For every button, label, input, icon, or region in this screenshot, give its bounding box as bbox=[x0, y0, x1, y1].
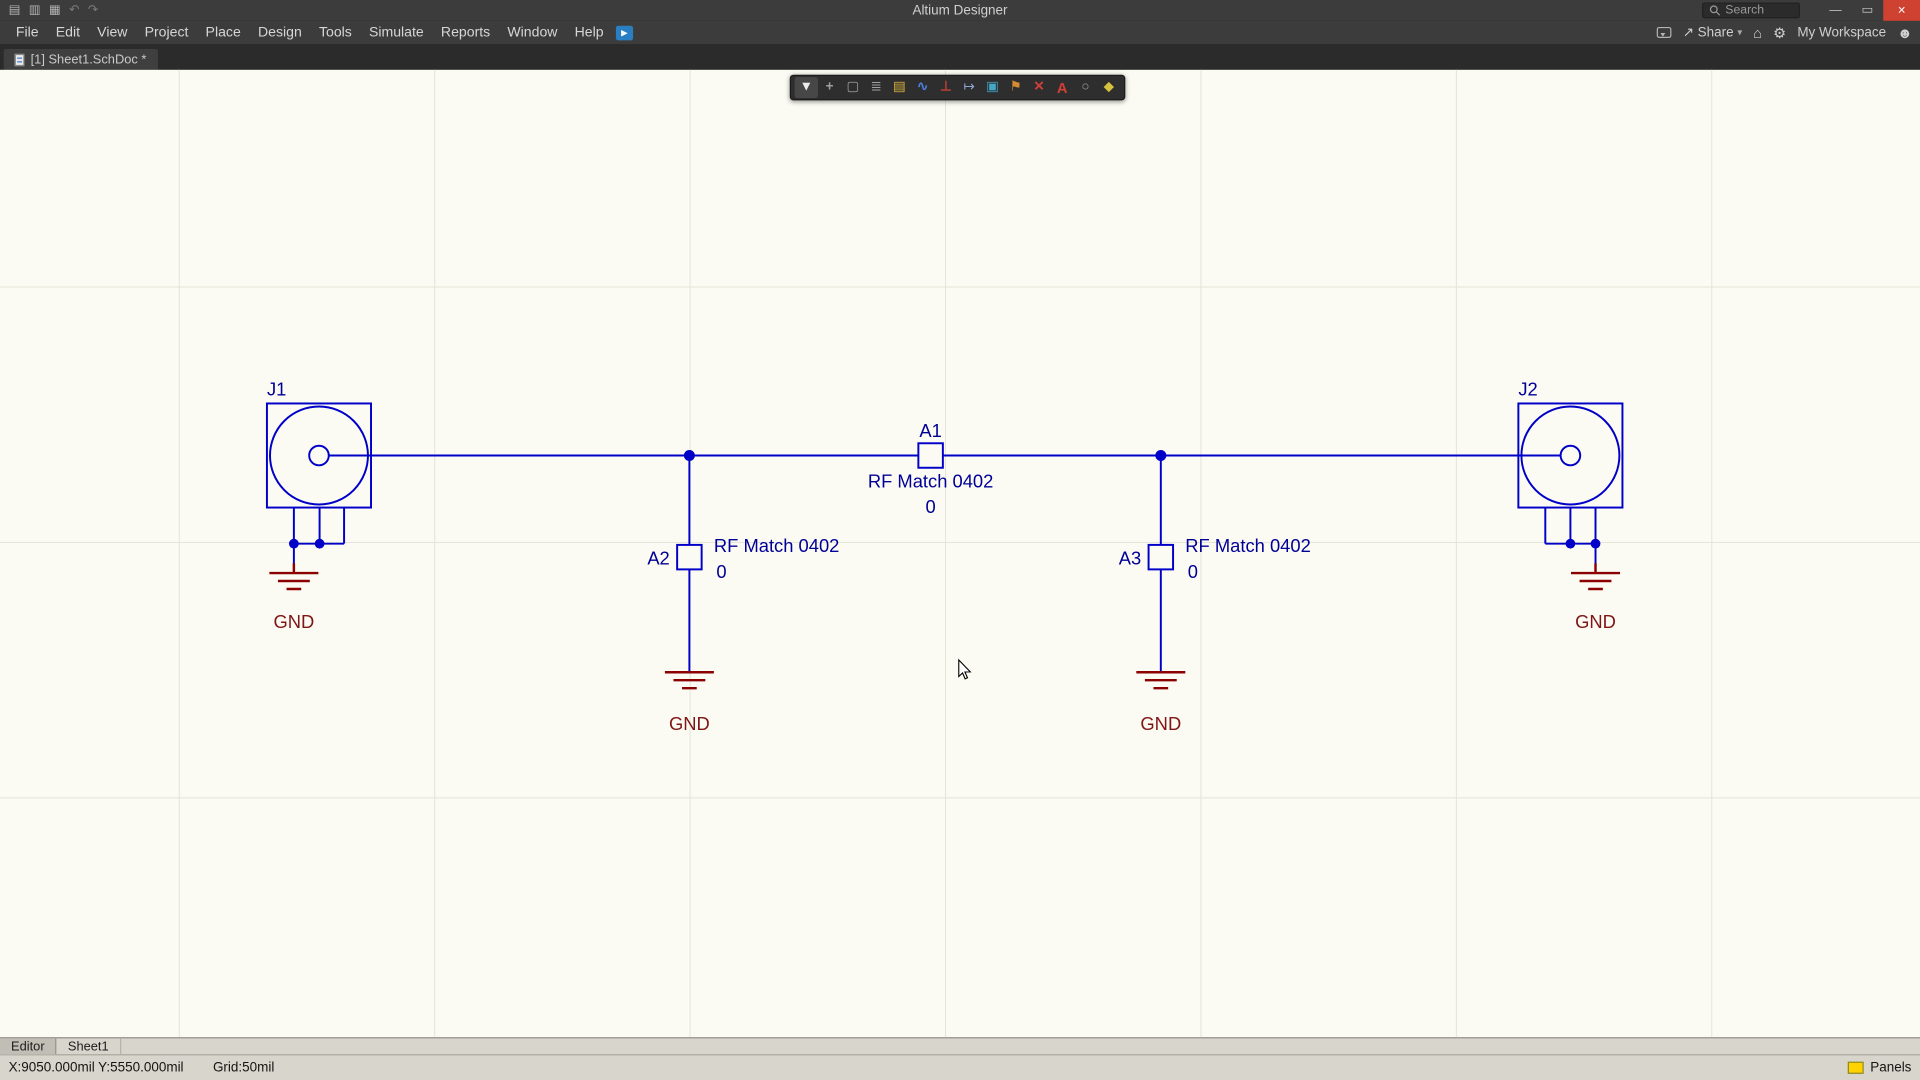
menubar: File Edit View Project Place Design Tool… bbox=[0, 21, 1920, 45]
gnd-label-a2[interactable]: GND bbox=[669, 713, 710, 734]
menu-project[interactable]: Project bbox=[136, 23, 197, 43]
undo-icon[interactable]: ↶ bbox=[69, 4, 79, 17]
comments-icon[interactable] bbox=[1657, 27, 1672, 38]
cursor-coordinates: X:9050.000mil Y:5550.000mil bbox=[9, 1060, 184, 1075]
share-button[interactable]: ↗ Share ▾ bbox=[1683, 24, 1743, 40]
designator-a3[interactable]: A3 bbox=[1119, 547, 1141, 568]
menu-window[interactable]: Window bbox=[499, 23, 566, 43]
component-j2[interactable] bbox=[1518, 403, 1622, 564]
component-j1[interactable] bbox=[267, 403, 371, 564]
tutorial-video-icon[interactable]: ▶ bbox=[616, 25, 633, 40]
component-a2[interactable] bbox=[677, 456, 701, 673]
menu-edit[interactable]: Edit bbox=[47, 23, 88, 43]
new-document-icon[interactable]: ▤ bbox=[9, 4, 21, 17]
document-tab-label: [1] Sheet1.SchDoc * bbox=[31, 52, 147, 67]
open-document-icon[interactable]: ▥ bbox=[29, 4, 41, 17]
power-port-gnd-a2[interactable] bbox=[665, 672, 714, 688]
gnd-label-j1[interactable]: GND bbox=[273, 611, 314, 632]
share-label: Share bbox=[1698, 25, 1734, 40]
schematic-sheet[interactable]: J1 GND A1 RF Match 0402 0 A2 RF bbox=[0, 70, 1920, 1037]
menu-help[interactable]: Help bbox=[566, 23, 612, 43]
menu-reports[interactable]: Reports bbox=[432, 23, 498, 43]
statusbar: X:9050.000mil Y:5550.000mil Grid:50mil P… bbox=[0, 1054, 1920, 1080]
component-a1[interactable] bbox=[918, 443, 942, 467]
value-a1[interactable]: 0 bbox=[926, 496, 936, 517]
close-button[interactable]: × bbox=[1883, 0, 1920, 21]
editor-tabbar: Editor Sheet1 bbox=[0, 1037, 1920, 1054]
menu-tools[interactable]: Tools bbox=[310, 23, 360, 43]
comment-a2[interactable]: RF Match 0402 bbox=[714, 535, 840, 556]
power-port-gnd-a3[interactable] bbox=[1136, 672, 1185, 688]
power-port-gnd-j2[interactable] bbox=[1571, 563, 1620, 589]
schdoc-icon bbox=[15, 53, 25, 65]
chevron-down-icon: ▾ bbox=[1737, 27, 1742, 38]
app-window: ▤ ▥ ▦ ↶ ↷ Altium Designer Search — ▭ × F… bbox=[0, 0, 1920, 1080]
document-tabbar: [1] Sheet1.SchDoc * bbox=[0, 45, 1920, 69]
quick-access-toolbar: ▤ ▥ ▦ ↶ ↷ bbox=[0, 4, 98, 17]
comment-a1[interactable]: RF Match 0402 bbox=[868, 470, 994, 491]
home-icon[interactable]: ⌂ bbox=[1753, 24, 1762, 41]
panels-icon bbox=[1848, 1062, 1864, 1074]
comment-a3[interactable]: RF Match 0402 bbox=[1185, 535, 1311, 556]
save-icon[interactable]: ▦ bbox=[49, 4, 61, 17]
menu-file[interactable]: File bbox=[7, 23, 47, 43]
user-icon[interactable]: ☻ bbox=[1897, 24, 1912, 41]
panels-label: Panels bbox=[1870, 1060, 1911, 1075]
menu-design[interactable]: Design bbox=[249, 23, 310, 43]
grid-setting: Grid:50mil bbox=[213, 1060, 274, 1075]
designator-a1[interactable]: A1 bbox=[919, 420, 941, 441]
tab-editor[interactable]: Editor bbox=[0, 1038, 57, 1054]
search-icon bbox=[1709, 5, 1720, 16]
search-placeholder: Search bbox=[1725, 4, 1764, 17]
minimize-button[interactable]: — bbox=[1820, 0, 1852, 21]
panels-button[interactable]: Panels bbox=[1848, 1060, 1911, 1075]
designator-j1[interactable]: J1 bbox=[267, 379, 286, 400]
restore-button[interactable]: ▭ bbox=[1851, 0, 1883, 21]
value-a3[interactable]: 0 bbox=[1188, 561, 1198, 582]
workspace-button[interactable]: My Workspace bbox=[1797, 25, 1886, 40]
power-port-gnd-j1[interactable] bbox=[269, 563, 318, 589]
gear-icon[interactable]: ⚙ bbox=[1773, 24, 1786, 41]
tab-sheet1[interactable]: Sheet1 bbox=[57, 1038, 121, 1054]
menu-view[interactable]: View bbox=[89, 23, 136, 43]
window-title: Altium Designer bbox=[0, 3, 1920, 18]
gnd-label-j2[interactable]: GND bbox=[1575, 611, 1616, 632]
schematic-canvas[interactable]: ▼ + ▢ ≣ ▤ ∿ ⊥ ↦ ▣ ⚑ ✕ A ○ ◆ bbox=[0, 70, 1920, 1037]
redo-icon[interactable]: ↷ bbox=[88, 4, 98, 17]
gnd-label-a3[interactable]: GND bbox=[1140, 713, 1181, 734]
designator-a2[interactable]: A2 bbox=[647, 547, 669, 568]
designator-j2[interactable]: J2 bbox=[1518, 379, 1537, 400]
share-icon: ↗ bbox=[1683, 24, 1694, 40]
menu-place[interactable]: Place bbox=[197, 23, 249, 43]
tab-sheet1-schdoc[interactable]: [1] Sheet1.SchDoc * bbox=[4, 49, 158, 70]
search-input[interactable]: Search bbox=[1702, 2, 1800, 18]
mouse-cursor bbox=[959, 660, 971, 679]
menu-simulate[interactable]: Simulate bbox=[360, 23, 432, 43]
component-a3[interactable] bbox=[1149, 456, 1173, 673]
titlebar: ▤ ▥ ▦ ↶ ↷ Altium Designer Search — ▭ × bbox=[0, 0, 1920, 21]
value-a2[interactable]: 0 bbox=[716, 561, 726, 582]
